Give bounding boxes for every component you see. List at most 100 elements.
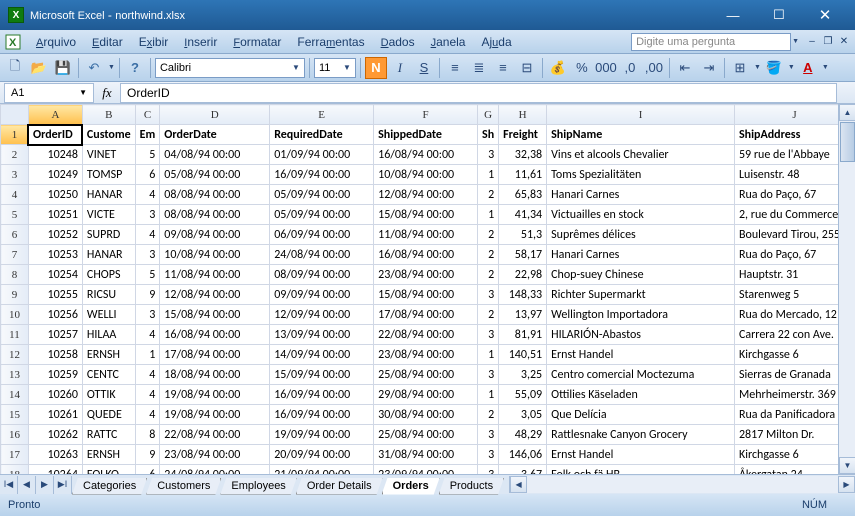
cell[interactable]: OTTIK [82,385,135,405]
cell[interactable]: TOMSP [82,165,135,185]
cell[interactable]: 31/08/94 00:00 [374,445,478,465]
ask-dropdown-icon[interactable]: ▼ [792,38,799,45]
fill-color-icon[interactable]: 🪣 [763,57,785,79]
cell[interactable]: 10255 [28,285,82,305]
menu-exibir[interactable]: Exibir [131,33,177,51]
cell[interactable]: 12/09/94 00:00 [270,305,374,325]
cell[interactable]: FOLKO [82,465,135,475]
scroll-down-icon[interactable]: ▼ [839,457,855,474]
open-icon[interactable]: 📂 [28,57,50,79]
cell[interactable]: 10259 [28,365,82,385]
column-header-A[interactable]: A [28,105,82,125]
row-header-16[interactable]: 16 [1,425,29,445]
cell[interactable]: 30/08/94 00:00 [374,405,478,425]
cell[interactable]: 1 [478,345,499,365]
cell[interactable]: 16/08/94 00:00 [374,245,478,265]
cell[interactable]: 01/09/94 00:00 [270,145,374,165]
cell[interactable]: WELLI [82,305,135,325]
cell[interactable]: Rua do Mercado, 12 [734,305,854,325]
cell[interactable]: Wellington Importadora [547,305,735,325]
column-header-J[interactable]: J [734,105,854,125]
cell[interactable]: 25/08/94 00:00 [374,365,478,385]
cell[interactable]: ERNSH [82,445,135,465]
cell[interactable]: RICSU [82,285,135,305]
new-icon[interactable]: 🗋 [4,57,26,79]
cell[interactable]: 2 [478,185,499,205]
cell[interactable]: 2 [478,405,499,425]
cell[interactable]: 16/08/94 00:00 [374,145,478,165]
cell[interactable]: 8 [135,425,160,445]
menu-arquivo[interactable]: Arquivo [28,33,84,51]
menu-ferramentas[interactable]: Ferramentas [289,33,372,51]
menu-inserir[interactable]: Inserir [176,33,225,51]
cell[interactable]: Sierras de Granada [734,365,854,385]
menu-janela[interactable]: Janela [423,33,474,51]
name-box[interactable]: A1▼ [4,83,94,103]
cell[interactable]: 04/08/94 00:00 [160,145,270,165]
cell[interactable]: 14/09/94 00:00 [270,345,374,365]
cell[interactable]: 10260 [28,385,82,405]
cell[interactable]: 1 [135,345,160,365]
cell[interactable]: 12/08/94 00:00 [160,285,270,305]
cell[interactable]: ShipAddress [734,125,854,145]
tab-prev-icon[interactable]: ◀ [18,476,36,494]
cell[interactable]: 08/08/94 00:00 [160,205,270,225]
cell[interactable]: 22/08/94 00:00 [160,425,270,445]
row-header-14[interactable]: 14 [1,385,29,405]
cell[interactable]: 3 [478,445,499,465]
cell[interactable]: 4 [135,385,160,405]
row-header-2[interactable]: 2 [1,145,29,165]
cell[interactable]: SUPRD [82,225,135,245]
decrease-decimal-icon[interactable]: ,00 [643,57,665,79]
row-header-11[interactable]: 11 [1,325,29,345]
underline-button[interactable]: S [413,57,435,79]
cell[interactable]: Que Delícia [547,405,735,425]
cell[interactable]: 10252 [28,225,82,245]
cell[interactable]: 23/08/94 00:00 [160,445,270,465]
cell[interactable]: Hanari Carnes [547,185,735,205]
cell[interactable]: Ernst Handel [547,345,735,365]
maximize-button[interactable]: ☐ [757,0,801,30]
cell[interactable]: 09/08/94 00:00 [160,225,270,245]
row-header-12[interactable]: 12 [1,345,29,365]
cell[interactable]: 3 [478,465,499,475]
cell[interactable]: 10/08/94 00:00 [160,245,270,265]
tab-first-icon[interactable]: I◀ [0,476,18,494]
cell[interactable]: 23/08/94 00:00 [374,265,478,285]
cell[interactable]: 2 [478,245,499,265]
cell[interactable]: 1 [478,165,499,185]
cell[interactable]: 3 [478,285,499,305]
cell[interactable]: Kirchgasse 6 [734,345,854,365]
cell[interactable]: 11,61 [499,165,547,185]
cell[interactable]: Rua do Paço, 67 [734,245,854,265]
cell[interactable]: 6 [135,165,160,185]
cell[interactable]: Custome [82,125,135,145]
cell[interactable]: 10249 [28,165,82,185]
column-header-F[interactable]: F [374,105,478,125]
cell[interactable]: 3,05 [499,405,547,425]
cell[interactable]: 08/08/94 00:00 [160,185,270,205]
thousands-icon[interactable]: 000 [595,57,617,79]
fx-icon[interactable]: fx [98,85,116,101]
cell[interactable]: 3 [135,245,160,265]
cell[interactable]: 3 [478,145,499,165]
vertical-scrollbar[interactable]: ▲ ▼ [838,104,855,474]
scroll-thumb[interactable] [840,122,855,162]
cell[interactable]: RATTC [82,425,135,445]
cell[interactable]: 09/09/94 00:00 [270,285,374,305]
font-color-icon[interactable]: A [797,57,819,79]
cell[interactable]: 3 [478,365,499,385]
cell[interactable]: 4 [135,405,160,425]
cell[interactable]: 24/08/94 00:00 [270,245,374,265]
cell[interactable]: 05/09/94 00:00 [270,185,374,205]
cell[interactable]: 17/08/94 00:00 [374,305,478,325]
cell[interactable]: 1 [478,385,499,405]
cell[interactable]: 15/08/94 00:00 [160,305,270,325]
cell[interactable]: 16/09/94 00:00 [270,165,374,185]
row-header-8[interactable]: 8 [1,265,29,285]
cell[interactable]: 10254 [28,265,82,285]
cell[interactable]: Starenweg 5 [734,285,854,305]
tab-next-icon[interactable]: ▶ [36,476,54,494]
cell[interactable]: 11/08/94 00:00 [374,225,478,245]
cell[interactable]: 4 [135,185,160,205]
